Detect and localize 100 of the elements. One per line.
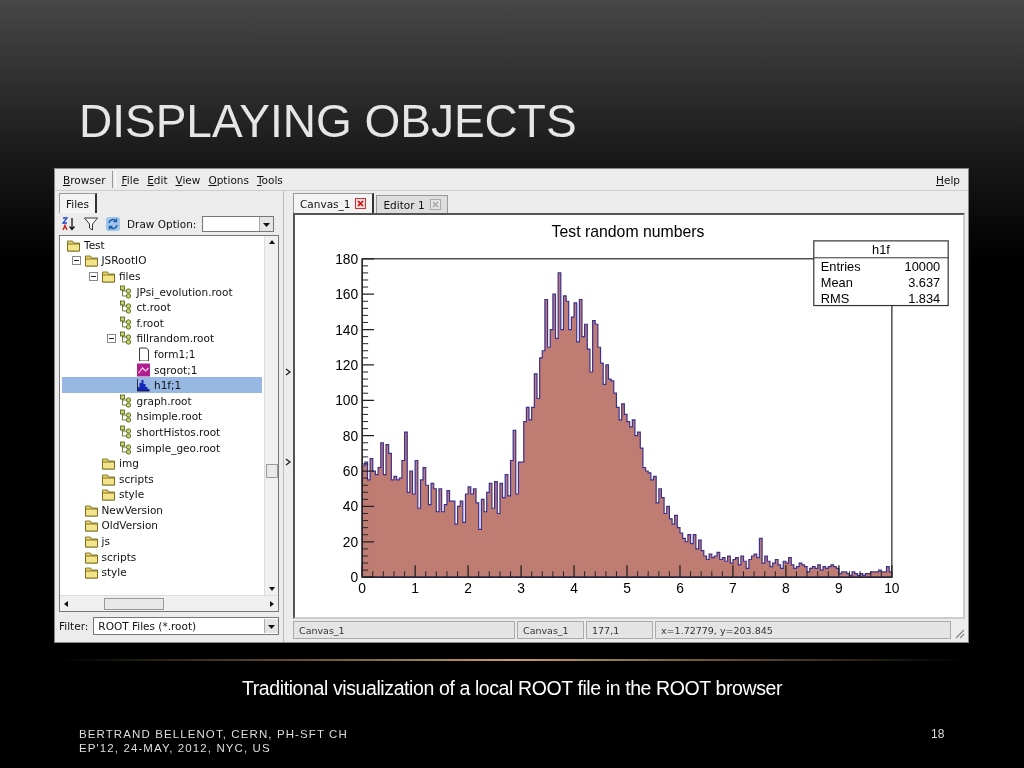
filter-icon[interactable] <box>83 216 99 232</box>
axis-label: 1 <box>411 580 419 597</box>
axis-label: 9 <box>835 580 843 597</box>
root-file-icon <box>118 424 134 439</box>
axis-label: 4 <box>570 580 578 597</box>
menu-item[interactable]: View <box>171 173 205 186</box>
folder-icon <box>66 237 81 252</box>
tree-item[interactable]: ct.root <box>62 299 262 315</box>
tree-item[interactable]: f.root <box>62 314 262 331</box>
tree-item[interactable]: files <box>62 268 262 284</box>
menu-item[interactable]: Browser <box>59 173 110 186</box>
folder-icon <box>83 253 99 268</box>
close-icon[interactable] <box>355 198 367 209</box>
tree-item[interactable]: shortHistos.root <box>62 424 262 440</box>
stats-label: Mean <box>820 274 853 290</box>
horizontal-scrollbar[interactable] <box>60 595 278 611</box>
stats-value: 3.637 <box>908 274 941 290</box>
scrollbar-thumb[interactable] <box>104 597 164 610</box>
axis-label: 100 <box>335 392 359 409</box>
collapse-icon[interactable] <box>89 272 98 281</box>
collapse-icon[interactable] <box>71 256 81 266</box>
filter-label: Filter: <box>59 620 89 632</box>
axis-label: 6 <box>676 580 684 597</box>
folder-icon <box>83 502 99 517</box>
chevron-right-icon[interactable] <box>283 367 292 376</box>
chevron-right-icon[interactable] <box>283 457 292 466</box>
resize-grip-icon[interactable] <box>953 627 965 639</box>
menu-item[interactable]: Options <box>204 173 253 186</box>
footer-text: EP'12, 24-MAY, 2012, NYC, US <box>79 741 271 755</box>
stats-value: 10000 <box>904 258 941 274</box>
tab[interactable]: Editor 1 <box>376 195 448 213</box>
scroll-left-icon[interactable] <box>62 599 70 608</box>
tree-item[interactable]: hsimple.root <box>62 408 262 425</box>
canvas[interactable]: Test random numbers 0 20 40 60 80 100 120 140 160 180 0 1 2 3 4 5 6 7 8 9 10 h1f Entries 10000 Mean 3.637 RMS 1.834 <box>293 213 965 619</box>
tree-item[interactable]: NewVersion <box>62 502 262 518</box>
tree-item[interactable]: scripts <box>62 548 262 565</box>
axis-label: 40 <box>342 498 359 515</box>
tab[interactable]: Canvas_1 <box>293 193 375 213</box>
scrollbar-thumb[interactable] <box>266 464 278 478</box>
tree-item[interactable]: fillrandom.root <box>62 330 262 347</box>
page-icon <box>136 346 151 361</box>
axis-label: 180 <box>335 250 359 267</box>
menu-item[interactable]: Help <box>932 173 964 186</box>
tree-item[interactable]: JSRootIO <box>62 252 262 269</box>
axis-label: 8 <box>782 580 790 597</box>
status-field: 177,1 <box>586 621 653 639</box>
folder-icon <box>101 487 116 502</box>
folder-icon <box>83 565 99 580</box>
draw-option-dropdown[interactable] <box>202 216 275 232</box>
tree-item[interactable]: OldVersion <box>62 517 262 534</box>
graph-icon <box>136 362 151 377</box>
status-field: x=1.72779, y=203.845 <box>655 621 951 639</box>
folder-icon <box>83 518 99 533</box>
histogram-icon <box>136 378 151 393</box>
root-file-icon <box>118 331 134 346</box>
root-file-icon <box>118 284 134 299</box>
tree-item[interactable]: simple_geo.root <box>62 439 262 456</box>
folder-icon <box>101 471 116 486</box>
menu-item[interactable]: Tools <box>252 173 287 186</box>
tree-item[interactable]: scripts <box>62 470 262 487</box>
refresh-icon[interactable] <box>105 216 121 232</box>
axis-label: 160 <box>335 286 359 303</box>
tree-item[interactable]: JPsi_evolution.root <box>62 283 262 300</box>
tree-item[interactable]: style <box>62 486 262 503</box>
scroll-up-icon[interactable] <box>267 238 276 246</box>
tab[interactable]: Files <box>59 193 98 213</box>
axis-label: 7 <box>729 580 737 597</box>
root-file-icon <box>118 315 134 330</box>
tree-item[interactable]: sqroot;1 <box>62 361 262 378</box>
tree-item[interactable]: img <box>62 455 262 471</box>
stats-label: Entries <box>820 258 861 274</box>
menu-item[interactable]: Edit <box>143 173 172 186</box>
page-number: 18 <box>931 727 945 741</box>
draw-option-label: Draw Option: <box>127 218 197 230</box>
stats-value: 1.834 <box>908 290 941 306</box>
tree-item[interactable]: form1;1 <box>62 346 262 362</box>
folder-icon <box>83 534 99 549</box>
tree-item[interactable]: Test <box>62 237 262 253</box>
tree-item[interactable]: style <box>62 564 262 581</box>
scroll-down-icon[interactable] <box>267 585 276 593</box>
status-field: Canvas_1 <box>517 621 584 639</box>
caption: Traditional visualization of a local ROOT file in the ROOT browser <box>241 677 783 700</box>
root-file-icon <box>118 440 134 455</box>
stats-label: RMS <box>820 290 850 306</box>
footer-text: BERTRAND BELLENOT, CERN, PH-SFT CH <box>79 727 348 741</box>
collapse-icon[interactable] <box>106 334 116 344</box>
tree-item[interactable]: h1f;1 <box>62 377 262 393</box>
axis-label: 3 <box>517 580 525 597</box>
sort-icon[interactable] <box>61 216 77 232</box>
scroll-right-icon[interactable] <box>268 599 276 608</box>
tree-item[interactable]: graph.root <box>62 392 262 409</box>
slide-title: DISPLAYING OBJECTS <box>79 94 577 148</box>
vertical-scrollbar[interactable] <box>264 236 278 595</box>
filter-dropdown[interactable]: ROOT Files (*.root) <box>93 617 279 635</box>
axis-label: 60 <box>342 463 359 480</box>
menu-item[interactable]: File <box>117 173 144 186</box>
root-file-icon <box>118 393 134 408</box>
axis-label: 20 <box>342 533 359 550</box>
folder-icon <box>101 269 116 283</box>
tree-item[interactable]: js <box>62 533 262 549</box>
